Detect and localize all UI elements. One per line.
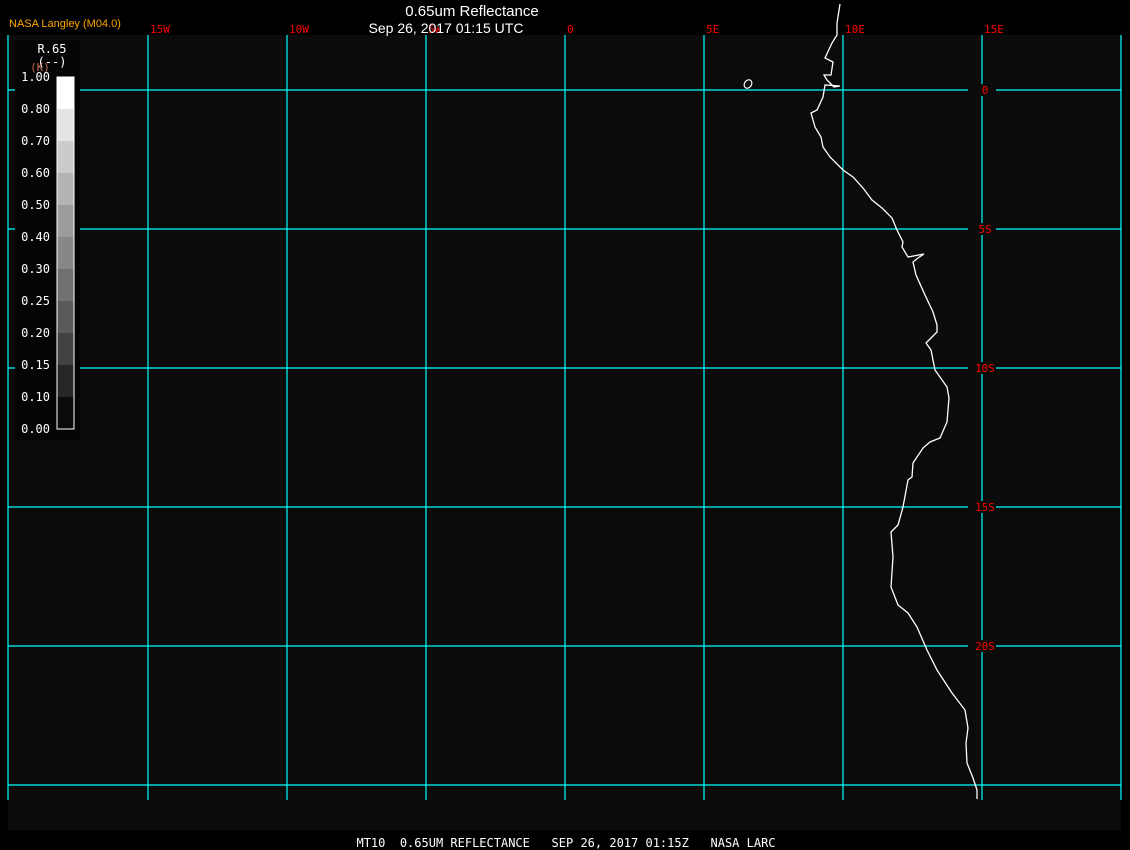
map-datetime: Sep 26, 2017 01:15 UTC: [369, 20, 524, 36]
latitude-label: 20S: [975, 640, 995, 653]
colorbar-swatch: [57, 333, 74, 365]
satellite-map: 15W 10W 5W 0 5E 10E 15E 05S10S15S20S R.65 (--)…: [0, 0, 1130, 850]
colorbar-tick-label: 0.10: [21, 390, 50, 404]
colorbar-tick-label: 0.60: [21, 166, 50, 180]
colorbar-swatch: [57, 109, 74, 141]
latitude-label: 15S: [975, 501, 995, 514]
footer-caption: MT10 0.65UM REFLECTANCE SEP 26, 2017 01:…: [356, 836, 775, 850]
colorbar-tick-label: 0.30: [21, 262, 50, 276]
credit-label: NASA Langley (M04.0): [9, 18, 121, 30]
colorbar-tick-label: 0.40: [21, 230, 50, 244]
colorbar-tick-label: 0.80: [21, 102, 50, 116]
longitude-label: 5E: [706, 23, 719, 36]
colorbar-tick-label: 0.25: [21, 294, 50, 308]
colorbar-tick-label: 0.15: [21, 358, 50, 372]
colorbar-tick-label: 0.70: [21, 134, 50, 148]
longitude-label: 0: [567, 23, 574, 36]
colorbar-swatch: [57, 397, 74, 429]
longitude-label: 15W: [150, 23, 170, 36]
colorbar-tick-label: 1.00: [21, 70, 50, 84]
colorbar-legend: R.65 (--) (K) 1.000.800.700.600.500.400.…: [15, 40, 80, 440]
colorbar-swatch: [57, 237, 74, 269]
longitude-label: 10E: [845, 23, 865, 36]
map-title: 0.65um Reflectance: [405, 3, 538, 20]
colorbar-swatch: [57, 173, 74, 205]
colorbar-swatch: [57, 365, 74, 397]
colorbar-tick-label: 0.20: [21, 326, 50, 340]
colorbar-swatch: [57, 77, 74, 109]
colorbar-tick-label: 0.50: [21, 198, 50, 212]
colorbar-swatch: [57, 141, 74, 173]
legend-variable: R.65: [38, 42, 67, 56]
colorbar-swatch: [57, 301, 74, 333]
latitude-label: 5S: [978, 223, 991, 236]
latitude-label: 10S: [975, 362, 995, 375]
longitude-label: 10W: [289, 23, 309, 36]
colorbar-swatch: [57, 205, 74, 237]
longitude-label: 15E: [984, 23, 1004, 36]
latitude-label: 0: [982, 84, 989, 97]
colorbar-tick-label: 0.00: [21, 422, 50, 436]
colorbar-swatch: [57, 269, 74, 301]
